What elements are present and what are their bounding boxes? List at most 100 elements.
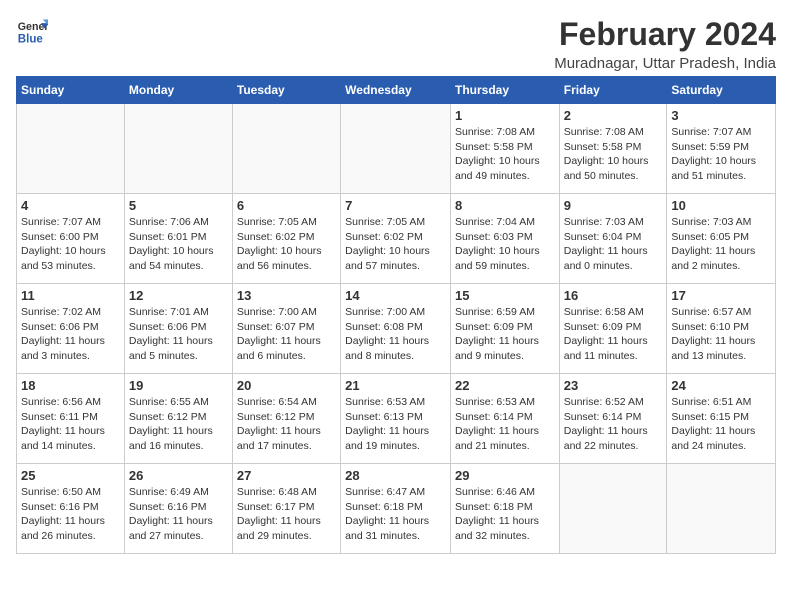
day-number: 20 bbox=[237, 378, 336, 393]
calendar-cell: 10 Sunrise: 7:03 AM Sunset: 6:05 PM Dayli… bbox=[667, 194, 776, 284]
day-number: 1 bbox=[455, 108, 555, 123]
day-number: 15 bbox=[455, 288, 555, 303]
day-number: 16 bbox=[564, 288, 663, 303]
day-info: Sunrise: 7:01 AM Sunset: 6:06 PM Dayligh… bbox=[129, 305, 228, 364]
day-info: Sunrise: 6:54 AM Sunset: 6:12 PM Dayligh… bbox=[237, 395, 336, 454]
day-number: 8 bbox=[455, 198, 555, 213]
week-row-2: 4 Sunrise: 7:07 AM Sunset: 6:00 PM Daylig… bbox=[17, 194, 776, 284]
calendar-container: General Blue February 2024 Muradnagar, U… bbox=[16, 16, 776, 554]
day-info: Sunrise: 6:47 AM Sunset: 6:18 PM Dayligh… bbox=[345, 485, 446, 544]
day-info: Sunrise: 6:53 AM Sunset: 6:13 PM Dayligh… bbox=[345, 395, 446, 454]
day-number: 3 bbox=[671, 108, 771, 123]
day-info: Sunrise: 7:07 AM Sunset: 6:00 PM Dayligh… bbox=[21, 215, 120, 274]
logo-icon: General Blue bbox=[16, 16, 48, 48]
calendar-cell bbox=[17, 104, 125, 194]
day-info: Sunrise: 6:53 AM Sunset: 6:14 PM Dayligh… bbox=[455, 395, 555, 454]
week-row-3: 11 Sunrise: 7:02 AM Sunset: 6:06 PM Dayli… bbox=[17, 284, 776, 374]
calendar-cell: 14 Sunrise: 7:00 AM Sunset: 6:08 PM Dayli… bbox=[341, 284, 451, 374]
day-number: 10 bbox=[671, 198, 771, 213]
calendar-cell: 29 Sunrise: 6:46 AM Sunset: 6:18 PM Dayli… bbox=[450, 464, 559, 554]
day-info: Sunrise: 6:52 AM Sunset: 6:14 PM Dayligh… bbox=[564, 395, 663, 454]
day-number: 17 bbox=[671, 288, 771, 303]
calendar-cell: 8 Sunrise: 7:04 AM Sunset: 6:03 PM Daylig… bbox=[450, 194, 559, 284]
day-number: 12 bbox=[129, 288, 228, 303]
calendar-cell: 16 Sunrise: 6:58 AM Sunset: 6:09 PM Dayli… bbox=[559, 284, 667, 374]
month-year: February 2024 bbox=[554, 16, 776, 53]
day-number: 4 bbox=[21, 198, 120, 213]
day-info: Sunrise: 6:48 AM Sunset: 6:17 PM Dayligh… bbox=[237, 485, 336, 544]
day-info: Sunrise: 6:46 AM Sunset: 6:18 PM Dayligh… bbox=[455, 485, 555, 544]
calendar-cell bbox=[667, 464, 776, 554]
calendar-cell: 19 Sunrise: 6:55 AM Sunset: 6:12 PM Dayli… bbox=[124, 374, 232, 464]
day-number: 11 bbox=[21, 288, 120, 303]
day-info: Sunrise: 6:58 AM Sunset: 6:09 PM Dayligh… bbox=[564, 305, 663, 364]
header: General Blue February 2024 Muradnagar, U… bbox=[16, 16, 776, 72]
day-number: 14 bbox=[345, 288, 446, 303]
day-number: 5 bbox=[129, 198, 228, 213]
header-row: SundayMondayTuesdayWednesdayThursdayFrid… bbox=[17, 77, 776, 104]
day-number: 23 bbox=[564, 378, 663, 393]
calendar-table: SundayMondayTuesdayWednesdayThursdayFrid… bbox=[16, 76, 776, 554]
svg-text:Blue: Blue bbox=[18, 34, 44, 46]
day-info: Sunrise: 7:05 AM Sunset: 6:02 PM Dayligh… bbox=[345, 215, 446, 274]
day-info: Sunrise: 7:07 AM Sunset: 5:59 PM Dayligh… bbox=[671, 125, 771, 184]
title-block: February 2024 Muradnagar, Uttar Pradesh,… bbox=[554, 16, 776, 72]
day-number: 29 bbox=[455, 468, 555, 483]
location: Muradnagar, Uttar Pradesh, India bbox=[554, 55, 776, 72]
calendar-cell: 22 Sunrise: 6:53 AM Sunset: 6:14 PM Dayli… bbox=[450, 374, 559, 464]
day-info: Sunrise: 7:08 AM Sunset: 5:58 PM Dayligh… bbox=[564, 125, 663, 184]
calendar-cell: 27 Sunrise: 6:48 AM Sunset: 6:17 PM Dayli… bbox=[232, 464, 340, 554]
day-info: Sunrise: 7:04 AM Sunset: 6:03 PM Dayligh… bbox=[455, 215, 555, 274]
calendar-cell: 24Sunrise: 6:51 AM Sunset: 6:15 PM Dayli… bbox=[667, 374, 776, 464]
day-number: 19 bbox=[129, 378, 228, 393]
day-info: Sunrise: 7:00 AM Sunset: 6:08 PM Dayligh… bbox=[345, 305, 446, 364]
col-header-sunday: Sunday bbox=[17, 77, 125, 104]
calendar-cell: 5 Sunrise: 7:06 AM Sunset: 6:01 PM Daylig… bbox=[124, 194, 232, 284]
col-header-friday: Friday bbox=[559, 77, 667, 104]
day-number: 18 bbox=[21, 378, 120, 393]
calendar-cell bbox=[559, 464, 667, 554]
day-info: Sunrise: 6:49 AM Sunset: 6:16 PM Dayligh… bbox=[129, 485, 228, 544]
day-number: 22 bbox=[455, 378, 555, 393]
day-info: Sunrise: 6:55 AM Sunset: 6:12 PM Dayligh… bbox=[129, 395, 228, 454]
calendar-cell: 20 Sunrise: 6:54 AM Sunset: 6:12 PM Dayli… bbox=[232, 374, 340, 464]
calendar-cell: 7 Sunrise: 7:05 AM Sunset: 6:02 PM Daylig… bbox=[341, 194, 451, 284]
col-header-wednesday: Wednesday bbox=[341, 77, 451, 104]
day-info: Sunrise: 7:03 AM Sunset: 6:05 PM Dayligh… bbox=[671, 215, 771, 274]
day-info: Sunrise: 6:57 AM Sunset: 6:10 PM Dayligh… bbox=[671, 305, 771, 364]
calendar-cell: 3 Sunrise: 7:07 AM Sunset: 5:59 PM Daylig… bbox=[667, 104, 776, 194]
day-number: 24 bbox=[671, 378, 771, 393]
day-number: 7 bbox=[345, 198, 446, 213]
day-number: 6 bbox=[237, 198, 336, 213]
calendar-cell: 21 Sunrise: 6:53 AM Sunset: 6:13 PM Dayli… bbox=[341, 374, 451, 464]
logo: General Blue bbox=[16, 16, 48, 48]
calendar-cell: 9Sunrise: 7:03 AM Sunset: 6:04 PM Daylig… bbox=[559, 194, 667, 284]
calendar-cell bbox=[341, 104, 451, 194]
day-info: Sunrise: 7:06 AM Sunset: 6:01 PM Dayligh… bbox=[129, 215, 228, 274]
col-header-thursday: Thursday bbox=[450, 77, 559, 104]
day-number: 26 bbox=[129, 468, 228, 483]
day-info: Sunrise: 6:50 AM Sunset: 6:16 PM Dayligh… bbox=[21, 485, 120, 544]
week-row-4: 18 Sunrise: 6:56 AM Sunset: 6:11 PM Dayli… bbox=[17, 374, 776, 464]
day-info: Sunrise: 7:08 AM Sunset: 5:58 PM Dayligh… bbox=[455, 125, 555, 184]
calendar-cell: 11 Sunrise: 7:02 AM Sunset: 6:06 PM Dayli… bbox=[17, 284, 125, 374]
day-number: 21 bbox=[345, 378, 446, 393]
day-info: Sunrise: 6:56 AM Sunset: 6:11 PM Dayligh… bbox=[21, 395, 120, 454]
calendar-cell: 26 Sunrise: 6:49 AM Sunset: 6:16 PM Dayli… bbox=[124, 464, 232, 554]
day-number: 2 bbox=[564, 108, 663, 123]
col-header-saturday: Saturday bbox=[667, 77, 776, 104]
svg-text:General: General bbox=[18, 21, 48, 33]
calendar-cell: 6 Sunrise: 7:05 AM Sunset: 6:02 PM Daylig… bbox=[232, 194, 340, 284]
calendar-cell: 1 Sunrise: 7:08 AM Sunset: 5:58 PM Daylig… bbox=[450, 104, 559, 194]
calendar-cell: 4 Sunrise: 7:07 AM Sunset: 6:00 PM Daylig… bbox=[17, 194, 125, 284]
day-info: Sunrise: 7:00 AM Sunset: 6:07 PM Dayligh… bbox=[237, 305, 336, 364]
day-number: 27 bbox=[237, 468, 336, 483]
calendar-cell: 17 Sunrise: 6:57 AM Sunset: 6:10 PM Dayli… bbox=[667, 284, 776, 374]
calendar-cell: 23 Sunrise: 6:52 AM Sunset: 6:14 PM Dayli… bbox=[559, 374, 667, 464]
calendar-cell: 12 Sunrise: 7:01 AM Sunset: 6:06 PM Dayli… bbox=[124, 284, 232, 374]
day-info: Sunrise: 7:05 AM Sunset: 6:02 PM Dayligh… bbox=[237, 215, 336, 274]
day-info: Sunrise: 6:59 AM Sunset: 6:09 PM Dayligh… bbox=[455, 305, 555, 364]
calendar-cell: 25Sunrise: 6:50 AM Sunset: 6:16 PM Dayli… bbox=[17, 464, 125, 554]
day-number: 13 bbox=[237, 288, 336, 303]
day-info: Sunrise: 7:02 AM Sunset: 6:06 PM Dayligh… bbox=[21, 305, 120, 364]
